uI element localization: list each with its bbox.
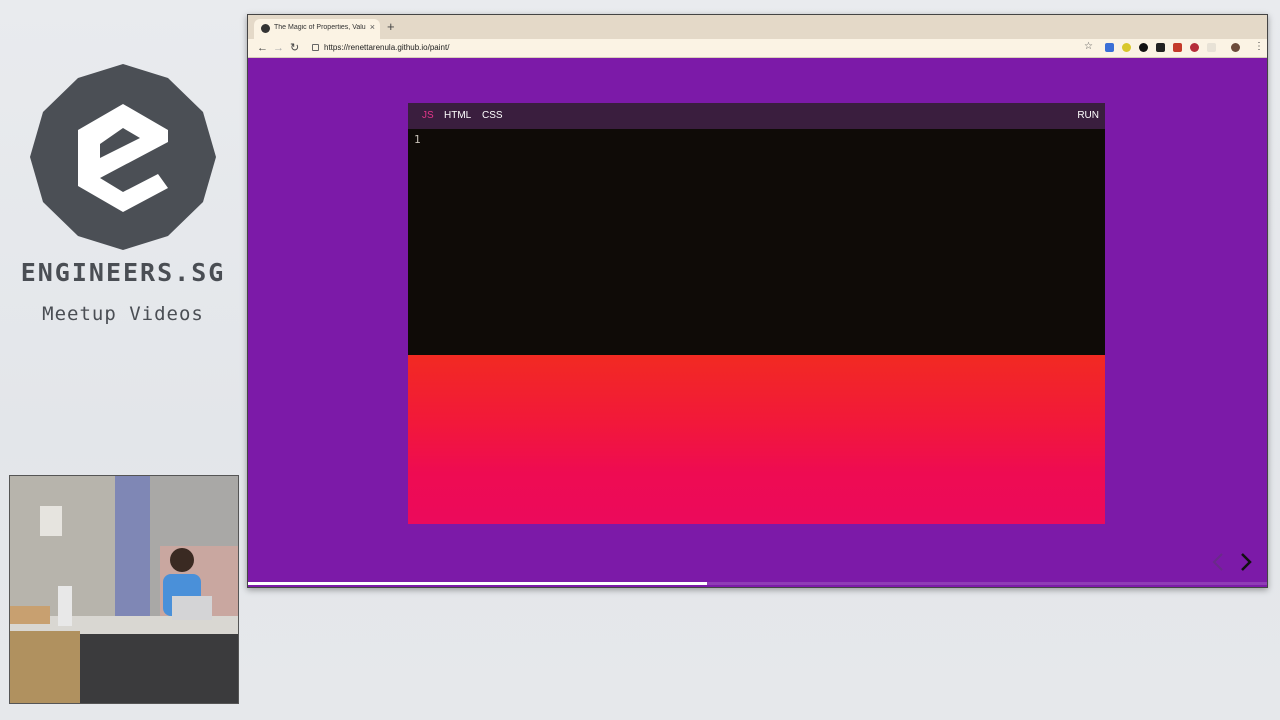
profile-avatar[interactable] bbox=[1231, 43, 1240, 52]
extension-icon[interactable] bbox=[1139, 43, 1148, 52]
tab-js[interactable]: JS bbox=[422, 110, 434, 121]
extension-icon[interactable] bbox=[1173, 43, 1182, 52]
branding-panel: ENGINEERS.SG Meetup Videos bbox=[0, 0, 246, 470]
output-preview bbox=[408, 355, 1105, 524]
url-field[interactable]: https://renettarenula.github.io/paint/ bbox=[306, 41, 1076, 55]
back-icon[interactable]: ← bbox=[257, 41, 268, 55]
engineers-sg-logo bbox=[30, 64, 216, 250]
github-favicon-icon bbox=[261, 24, 270, 33]
browser-window: The Magic of Properties, Valu × + ← → ↻ … bbox=[247, 14, 1268, 588]
tab-css[interactable]: CSS bbox=[482, 110, 503, 121]
browser-menu-icon[interactable]: ⋮ bbox=[1254, 41, 1264, 52]
extension-icon[interactable] bbox=[1122, 43, 1131, 52]
tab-html[interactable]: HTML bbox=[444, 110, 471, 121]
extension-icon[interactable] bbox=[1207, 43, 1216, 52]
extension-icon[interactable] bbox=[1190, 43, 1199, 52]
editor-toolbar: JS HTML CSS RUN bbox=[408, 103, 1105, 129]
webcam-image bbox=[10, 476, 238, 703]
new-tab-button[interactable]: + bbox=[387, 20, 395, 33]
code-area[interactable]: 1 bbox=[408, 129, 1105, 355]
previous-slide-icon[interactable] bbox=[1210, 551, 1226, 573]
brand-subtitle: Meetup Videos bbox=[42, 303, 204, 325]
line-number: 1 bbox=[414, 133, 421, 146]
url-text: https://renettarenula.github.io/paint/ bbox=[324, 43, 450, 52]
close-tab-icon[interactable]: × bbox=[370, 22, 375, 32]
extension-icon[interactable] bbox=[1105, 43, 1114, 52]
bookmark-star-icon[interactable]: ☆ bbox=[1084, 41, 1093, 52]
address-bar: ← → ↻ https://renettarenula.github.io/pa… bbox=[248, 39, 1267, 58]
next-slide-icon[interactable] bbox=[1238, 551, 1254, 573]
forward-icon[interactable]: → bbox=[273, 41, 284, 55]
tab-title: The Magic of Properties, Valu bbox=[274, 24, 366, 31]
speaker-webcam bbox=[9, 475, 239, 704]
slide-progress-bar bbox=[248, 582, 707, 585]
code-editor: JS HTML CSS RUN 1 bbox=[408, 103, 1105, 524]
tab-bar: The Magic of Properties, Valu × + bbox=[248, 15, 1267, 39]
reload-icon[interactable]: ↻ bbox=[290, 41, 299, 55]
browser-tab[interactable]: The Magic of Properties, Valu × bbox=[254, 19, 380, 39]
brand-name: ENGINEERS.SG bbox=[20, 258, 226, 287]
extension-icon[interactable] bbox=[1156, 43, 1165, 52]
run-button[interactable]: RUN bbox=[1077, 110, 1099, 121]
lock-icon bbox=[312, 44, 319, 51]
